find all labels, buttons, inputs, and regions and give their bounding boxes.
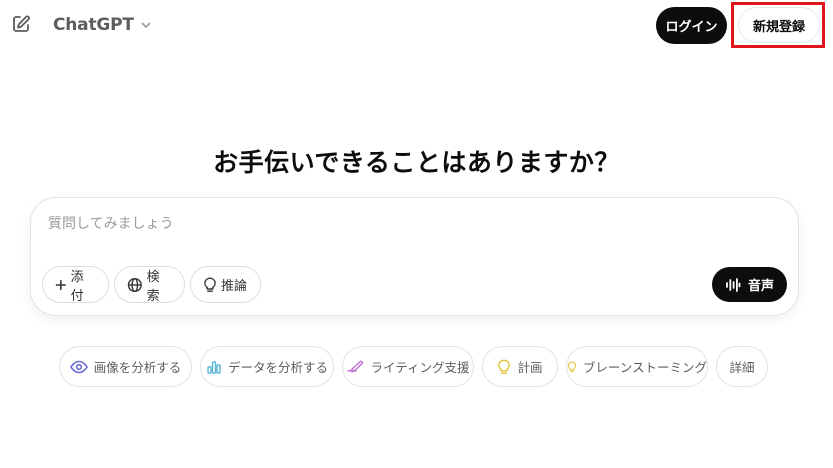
new-chat-button[interactable] <box>10 13 32 35</box>
chevron-down-icon <box>141 22 151 28</box>
suggestion-label: 詳細 <box>729 360 755 375</box>
eye-icon <box>69 360 88 373</box>
plus-icon <box>55 279 66 290</box>
suggestion-label: ライティング支援 <box>370 360 470 375</box>
suggestion-label: データを分析する <box>227 360 328 375</box>
suggestion-analyze-image[interactable]: 画像を分析する <box>59 346 192 387</box>
voice-label: 音声 <box>747 279 774 294</box>
model-name: ChatGPT <box>53 15 134 35</box>
suggestion-label: 計画 <box>517 360 543 375</box>
attach-button[interactable]: 添付 <box>42 266 109 304</box>
voice-button[interactable]: 音声 <box>712 267 787 302</box>
page-title: お手伝いできることはありますか？ <box>213 148 620 177</box>
suggestion-writing-help[interactable]: ライティング支援 <box>342 346 474 387</box>
lightbulb-icon <box>204 276 216 292</box>
sound-wave-icon <box>726 277 741 292</box>
reason-button[interactable]: 推論 <box>190 266 261 303</box>
reason-label: 推論 <box>221 279 248 294</box>
search-label: 検索 <box>146 269 160 304</box>
attach-label: 添付 <box>70 269 84 304</box>
suggestion-label: ブレーンストーミング <box>582 360 707 375</box>
highlight-box: 新規登録 <box>731 2 825 48</box>
page: ChatGPT ログイン 新規登録 お手伝いできることはありますか？ 添付 <box>0 0 833 468</box>
lightbulb-icon <box>567 361 577 372</box>
pen-icon <box>347 360 364 372</box>
suggestion-more[interactable]: 詳細 <box>716 346 768 387</box>
prompt-input[interactable] <box>48 212 748 236</box>
top-bar: ChatGPT ログイン 新規登録 <box>0 0 833 50</box>
model-selector[interactable]: ChatGPT <box>53 12 152 38</box>
globe-icon <box>127 277 142 292</box>
composer: 添付 検索 推論 音声 <box>30 197 799 316</box>
suggestion-label: 画像を分析する <box>93 360 182 375</box>
bar-chart-icon <box>207 360 221 374</box>
signup-button[interactable]: 新規登録 <box>739 8 819 42</box>
search-button[interactable]: 検索 <box>114 266 185 304</box>
login-button[interactable]: ログイン <box>656 7 727 44</box>
lightbulb-icon <box>498 358 511 374</box>
edit-icon <box>13 15 30 32</box>
suggestion-brainstorm[interactable]: ブレーンストーミング <box>566 346 708 387</box>
suggestion-analyze-data[interactable]: データを分析する <box>200 346 334 387</box>
suggestion-plan[interactable]: 計画 <box>482 346 558 387</box>
